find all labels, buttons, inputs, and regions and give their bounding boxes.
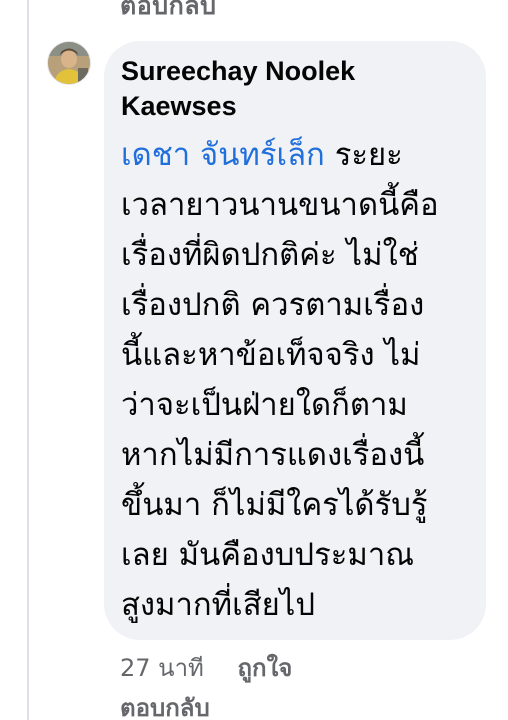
comment-line-4: เรื่องปกติ ควรตามเรื่อง xyxy=(121,287,425,323)
comment-meta: 27 นาที ถูกใจ xyxy=(120,648,292,687)
comment-line-1: เดชา จันทร์เล็ก ระยะ xyxy=(121,137,403,173)
thread-connector-line xyxy=(27,0,29,720)
mention-link[interactable]: เดชา จันทร์เล็ก xyxy=(121,137,325,173)
comment-line-9: เลย มันคืองบประมาณ xyxy=(121,537,414,573)
comment-thread: ตอบกลับ Sureechay Noolek Kaewses เดชา จั… xyxy=(0,0,508,720)
comment-author-name[interactable]: Sureechay Noolek Kaewses xyxy=(121,54,451,124)
avatar-photo-icon xyxy=(48,42,90,84)
comment-line-5: นี้และหาข้อเท็จจริง ไม่ xyxy=(121,337,421,373)
comment-line-10: สูงมากที่เสียไป xyxy=(121,587,316,623)
like-button[interactable]: ถูกใจ xyxy=(238,654,293,682)
comment-line-3: เรื่องที่ผิดปกติค่ะ ไม่ใช่ xyxy=(121,237,419,273)
previous-reply-link[interactable]: ตอบกลับ xyxy=(120,0,216,26)
comment-line-2: เวลายาวนานขนาดนี้คือ xyxy=(121,187,439,223)
comment-line-7: หากไม่มีการแดงเรื่องนี้ xyxy=(121,437,425,473)
comment-text: เดชา จันทร์เล็ก ระยะ เวลายาวนานขนาดนี้คื… xyxy=(121,130,481,630)
comment-line-6: ว่าจะเป็นฝ่ายใดก็ตาม xyxy=(121,387,408,423)
avatar[interactable] xyxy=(47,41,91,85)
reply-button[interactable]: ตอบกลับ xyxy=(120,688,210,720)
comment-line-8: ขึ้นมา ก็ไม่มีใครได้รับรู้ xyxy=(121,487,428,523)
comment-timestamp[interactable]: 27 นาที xyxy=(120,654,204,682)
